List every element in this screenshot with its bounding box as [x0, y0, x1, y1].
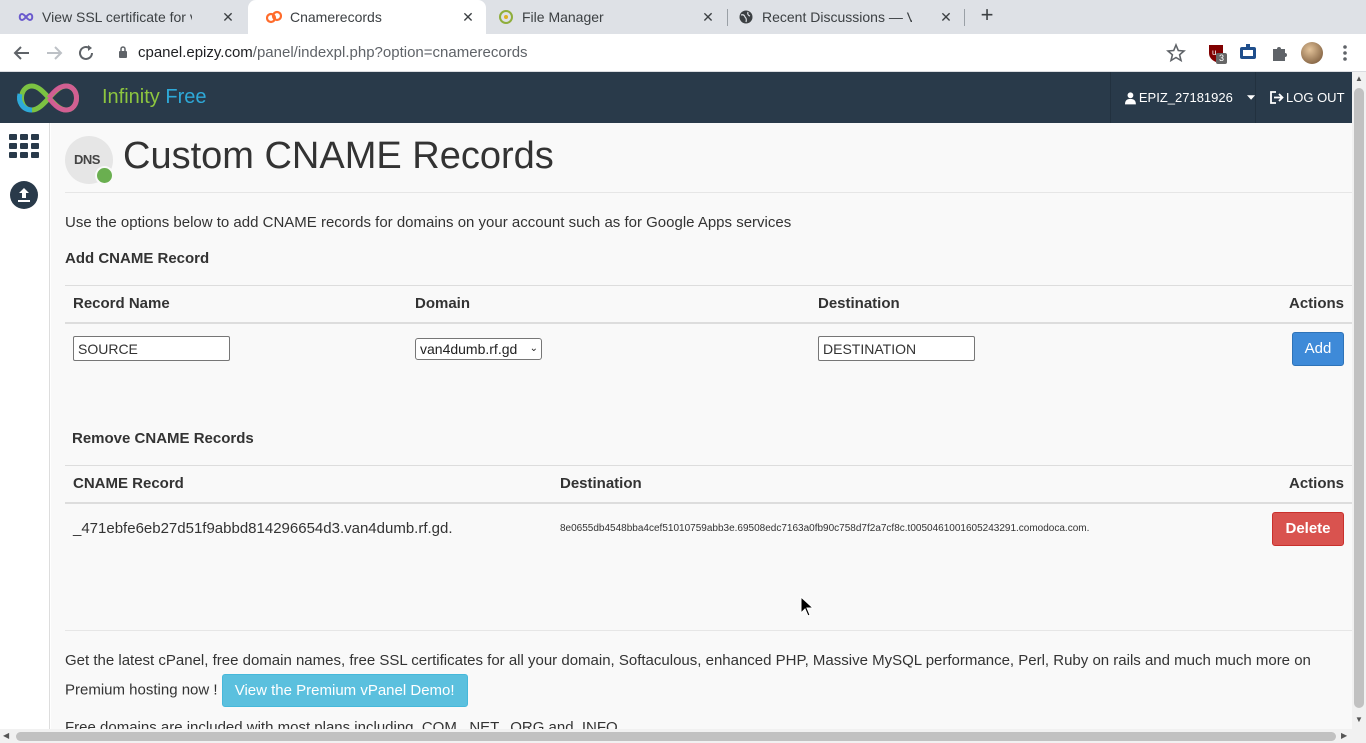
- table-header-row: CNAME Record Destination Actions: [65, 465, 1352, 504]
- destination-cell: 8e0655db4548bba4cef51010759abb3e.69508ed…: [560, 523, 1090, 534]
- logout-button[interactable]: LOG OUT: [1270, 72, 1345, 123]
- scroll-up-icon[interactable]: ▲: [1355, 74, 1363, 83]
- url-path: /panel/indexpl.php?option=cnamerecords: [252, 44, 528, 61]
- tab-title: View SSL certificate for van4d: [42, 9, 192, 25]
- back-arrow-icon[interactable]: [11, 42, 33, 64]
- close-tab-icon[interactable]: ✕: [220, 9, 236, 26]
- tab-title: Cnamerecords: [290, 9, 382, 25]
- logo-text-free: Free: [165, 86, 207, 108]
- sidebar: [0, 123, 50, 729]
- column-header: Actions: [1240, 465, 1352, 504]
- chevron-down-icon: ⌄: [529, 342, 538, 354]
- intro-text: Use the options below to add CNAME recor…: [65, 214, 792, 231]
- extension-badge-count: 3: [1216, 53, 1228, 64]
- column-header: CNAME Record: [65, 465, 552, 504]
- tab-separator: [964, 9, 965, 26]
- apps-grid-icon[interactable]: [9, 134, 39, 158]
- username: EPIZ_27181926: [1138, 90, 1233, 105]
- close-tab-icon[interactable]: ✕: [938, 9, 954, 26]
- logout-icon: [1270, 91, 1284, 104]
- profile-avatar[interactable]: [1301, 42, 1323, 64]
- scroll-left-icon[interactable]: ◀: [3, 731, 9, 740]
- infinity-favicon: [18, 12, 34, 22]
- scroll-right-icon[interactable]: ▶: [1341, 731, 1347, 740]
- add-button[interactable]: Add: [1292, 331, 1344, 366]
- add-section-heading: Add CNAME Record: [65, 250, 210, 267]
- tab-recent-discussions[interactable]: Recent Discussions — Vanilla ✕: [720, 0, 964, 34]
- cpanel-favicon: [266, 10, 282, 24]
- logout-label: LOG OUT: [1286, 90, 1345, 105]
- close-tab-icon[interactable]: ✕: [700, 9, 716, 26]
- domain-select[interactable]: van4dumb.rf.gd ⌄: [415, 337, 542, 360]
- main-content: DNS Custom CNAME Records Use the options…: [51, 123, 1352, 729]
- infinityfree-logo[interactable]: [14, 81, 84, 115]
- tab-title: Recent Discussions — Vanilla: [762, 9, 912, 25]
- domain-select-value: van4dumb.rf.gd: [420, 340, 518, 357]
- forward-arrow-icon[interactable]: [43, 42, 65, 64]
- user-icon: [1125, 91, 1136, 104]
- dns-icon: DNS: [65, 136, 114, 185]
- browser-tabstrip: View SSL certificate for van4d ✕ Cnamere…: [0, 0, 1366, 34]
- ublock-extension-button[interactable]: u 3: [1206, 42, 1228, 64]
- column-header: Destination: [810, 285, 1195, 324]
- scroll-down-icon[interactable]: ▼: [1355, 715, 1363, 724]
- premium-demo-button[interactable]: View the Premium vPanel Demo!: [221, 674, 468, 707]
- extension-icon[interactable]: [1237, 42, 1259, 64]
- pencil-badge-icon: [95, 166, 114, 185]
- cname-record-cell: _471ebfe6eb27d51f9abbd814296654d3.van4du…: [73, 520, 453, 537]
- logo-text[interactable]: Infinity Free: [102, 86, 207, 109]
- tab-file-manager[interactable]: File Manager ✕: [480, 0, 726, 34]
- app-header: Infinity Free EPIZ_27181926 LOG OUT: [0, 72, 1352, 123]
- horizontal-scrollbar[interactable]: ◀ ▶: [0, 729, 1366, 743]
- scrollbar-thumb[interactable]: [1354, 88, 1364, 708]
- tab-title: File Manager: [522, 9, 604, 25]
- kebab-menu-icon[interactable]: [1334, 42, 1356, 64]
- table-header-row: Record Name Domain Destination Actions: [65, 285, 1352, 324]
- puzzle-icon[interactable]: [1269, 42, 1291, 64]
- star-icon[interactable]: [1165, 42, 1187, 64]
- mouse-cursor-icon: [800, 596, 814, 617]
- tab-ssl-certificate[interactable]: View SSL certificate for van4d ✕: [0, 0, 246, 34]
- reload-icon[interactable]: [75, 42, 97, 64]
- scrollbar-thumb[interactable]: [16, 732, 1336, 741]
- filemanager-favicon: [499, 10, 513, 24]
- column-header: Destination: [552, 465, 1241, 504]
- globe-favicon: [739, 10, 753, 24]
- tab-cnamerecords[interactable]: Cnamerecords ✕: [248, 0, 486, 34]
- caret-down-icon: [1246, 95, 1255, 100]
- delete-button[interactable]: Delete: [1272, 511, 1344, 546]
- dns-icon-text: DNS: [74, 152, 100, 167]
- divider: [65, 192, 1352, 193]
- page-title: Custom CNAME Records: [123, 135, 554, 177]
- url-host: cpanel.epizy.com: [138, 44, 253, 61]
- divider: [65, 630, 1352, 631]
- promo-text: Get the latest cPanel, free domain names…: [65, 648, 1350, 707]
- table-row: van4dumb.rf.gd ⌄ Add: [65, 323, 1352, 374]
- record-name-input[interactable]: [73, 336, 230, 361]
- column-header: Record Name: [65, 285, 407, 324]
- address-bar[interactable]: cpanel.epizy.com/panel/indexpl.php?optio…: [112, 38, 1202, 68]
- column-header: Actions: [1194, 285, 1352, 324]
- table-row: _471ebfe6eb27d51f9abbd814296654d3.van4du…: [65, 503, 1352, 554]
- free-domains-note: Free domains are included with most plan…: [65, 719, 618, 729]
- vertical-scrollbar[interactable]: ▲ ▼: [1352, 72, 1366, 729]
- add-cname-table: Record Name Domain Destination Actions v…: [65, 285, 1352, 374]
- upload-icon[interactable]: [10, 181, 38, 209]
- browser-toolbar: cpanel.epizy.com/panel/indexpl.php?optio…: [0, 34, 1366, 72]
- destination-input[interactable]: [818, 336, 975, 361]
- close-tab-icon[interactable]: ✕: [460, 9, 476, 26]
- new-tab-button[interactable]: +: [976, 4, 998, 27]
- logo-text-infinity: Infinity: [102, 86, 160, 108]
- lock-icon: [119, 46, 127, 58]
- column-header: Domain: [407, 285, 810, 324]
- remove-cname-table: CNAME Record Destination Actions _471ebf…: [65, 465, 1352, 554]
- user-dropdown[interactable]: EPIZ_27181926: [1110, 72, 1256, 123]
- remove-section-heading: Remove CNAME Records: [72, 430, 254, 447]
